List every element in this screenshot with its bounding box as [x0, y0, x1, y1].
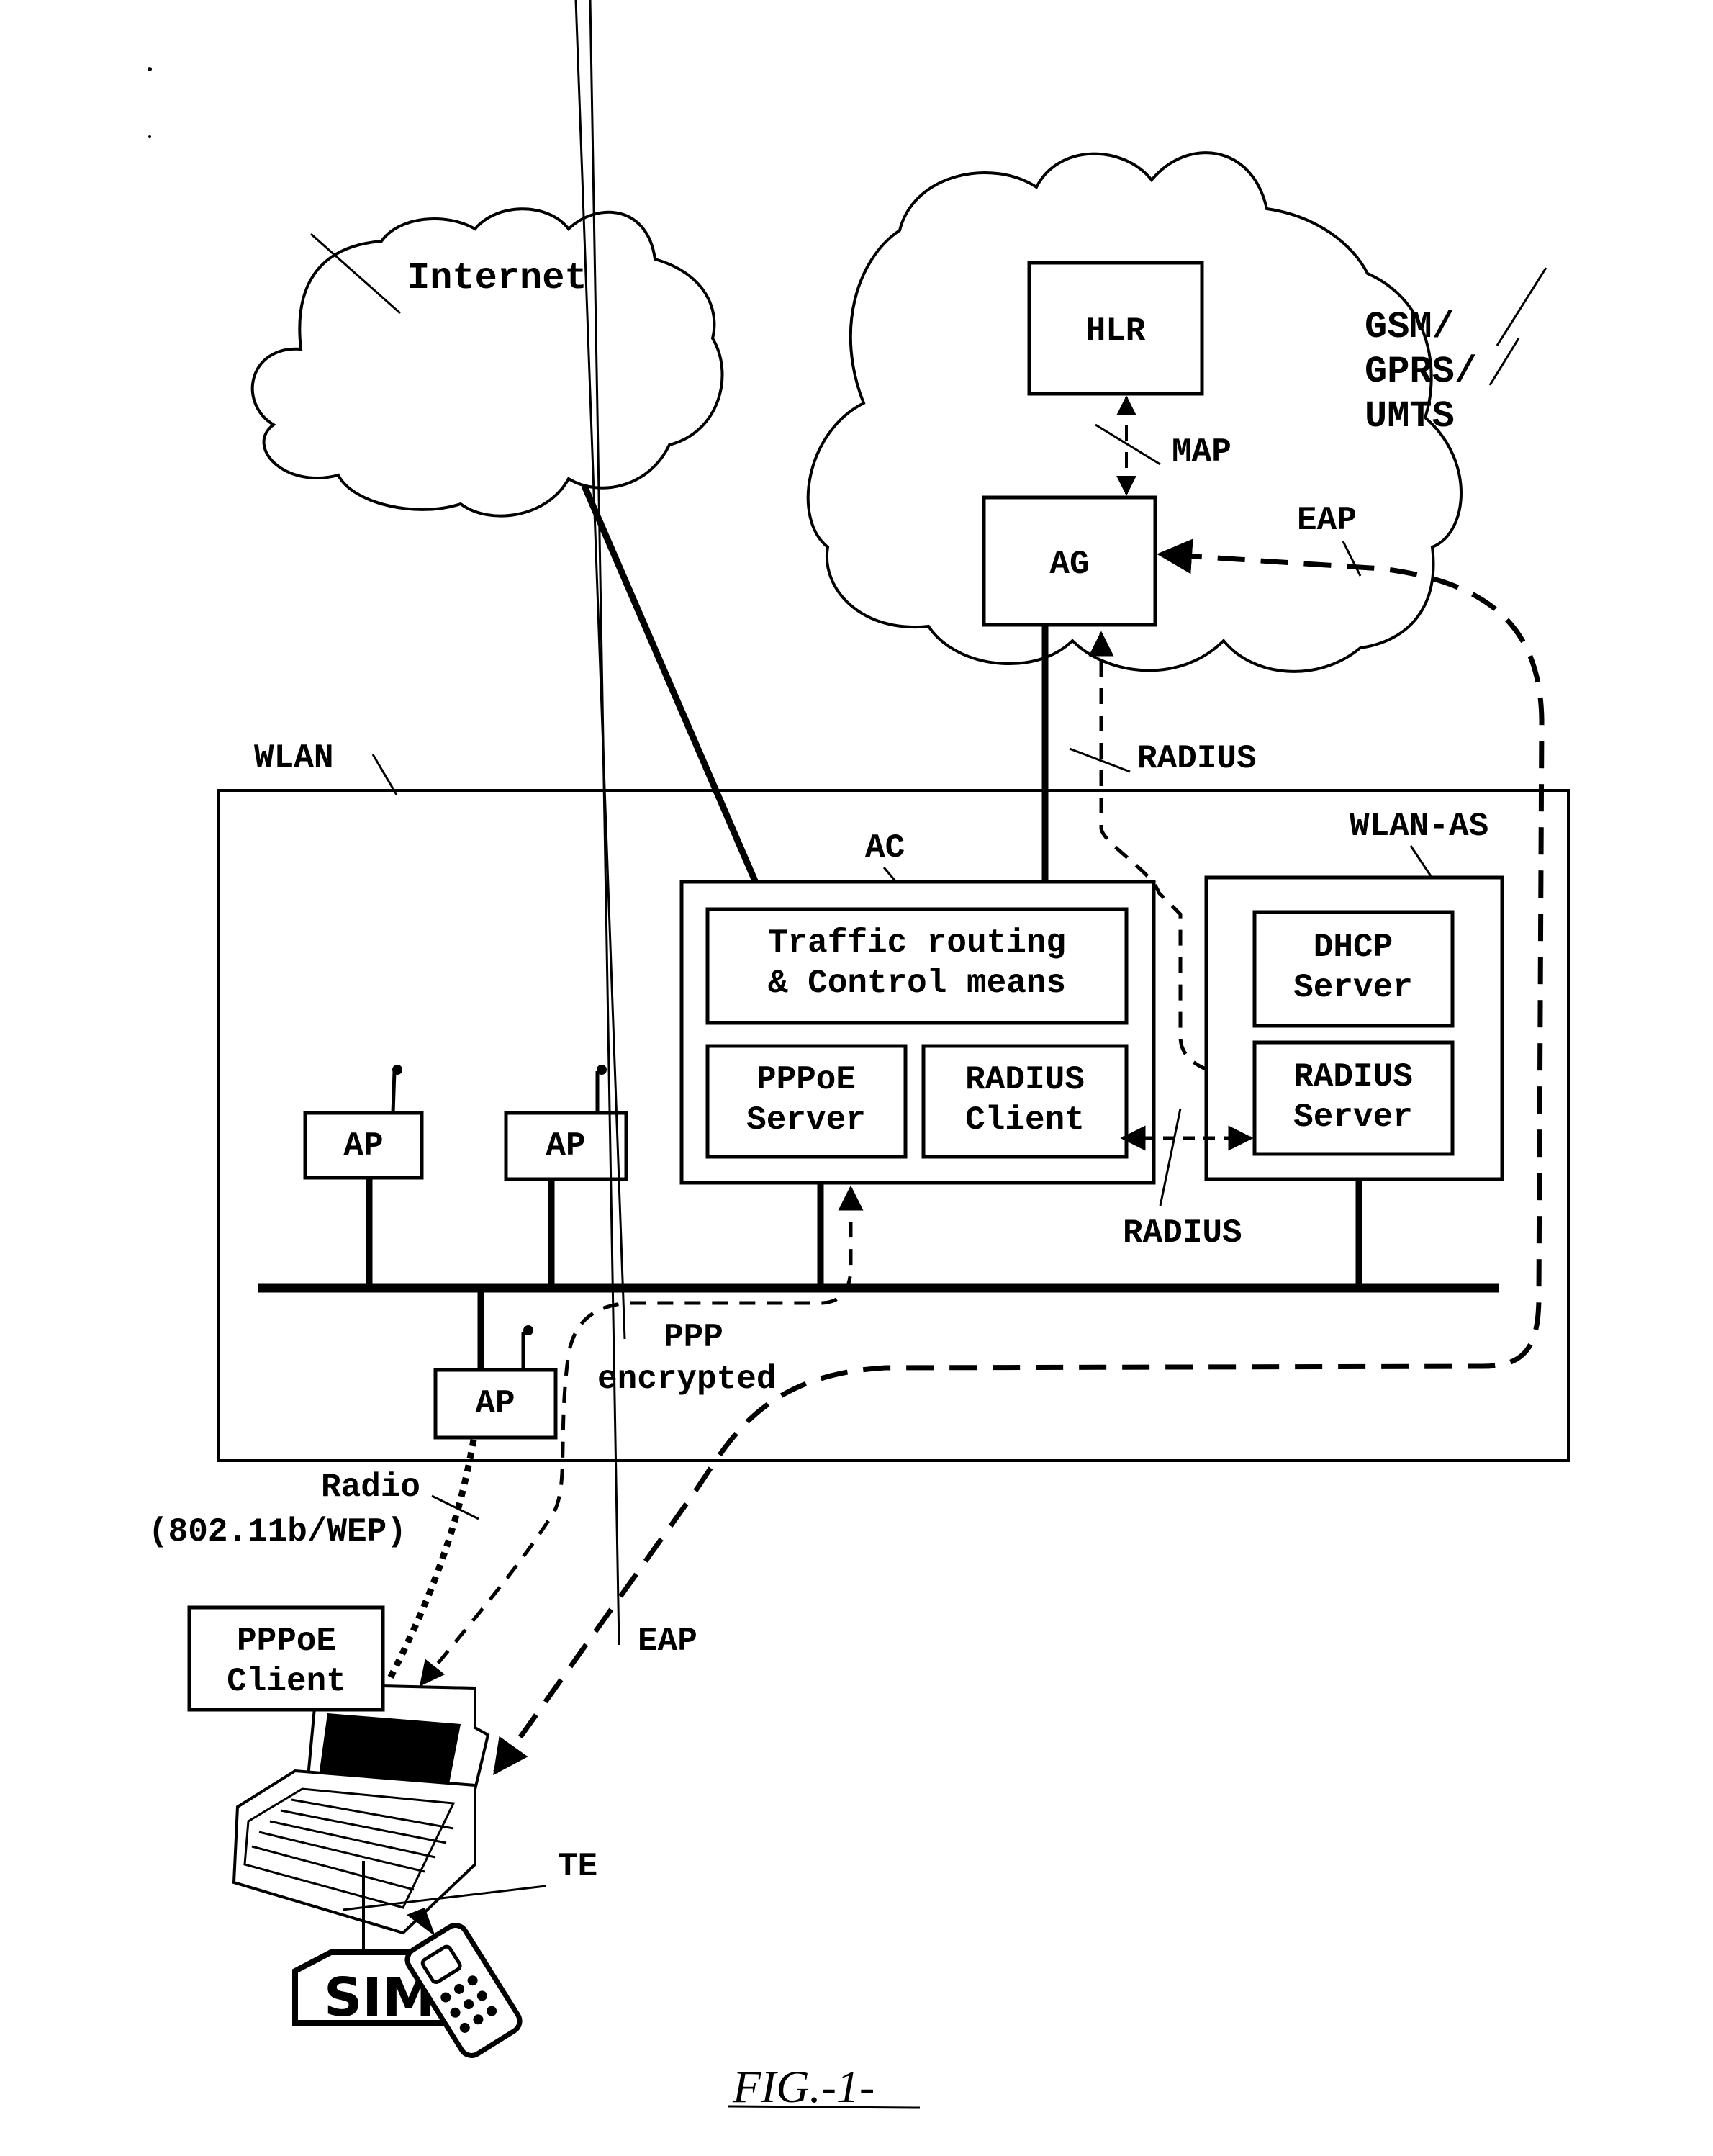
map-label: MAP	[1172, 433, 1231, 471]
hlr-label: HLR	[1086, 312, 1146, 350]
dhcp-server-label-line1: DHCP	[1314, 929, 1393, 966]
eap-top-label: EAP	[1297, 502, 1357, 539]
pppoe-client-label-line2: Client	[227, 1663, 346, 1700]
radio-label-line2: (802.11b/WEP)	[148, 1513, 407, 1551]
mobile-phone-icon	[404, 1908, 523, 2058]
radius-server-label-line2: Server	[1293, 1099, 1413, 1136]
wlan-label: WLAN	[254, 739, 333, 777]
pppoe-server-label-line1: PPPoE	[756, 1061, 856, 1099]
pppoe-server-label-line2: Server	[746, 1101, 866, 1139]
wlan-as-label: WLAN-AS	[1350, 808, 1488, 845]
radius-client-label-line2: Client	[965, 1101, 1085, 1139]
ag-node: AG	[982, 495, 1157, 627]
ag-label: AG	[1049, 546, 1089, 583]
internet-ac-link	[581, 484, 771, 911]
figure-caption: FIG.-1-	[728, 2061, 921, 2112]
mobile-network-cloud: GSM/ GPRS/ UMTS	[806, 151, 1547, 673]
ppp-label-line1: PPP	[664, 1319, 723, 1356]
traffic-routing-label-line2: & Control means	[768, 965, 1066, 1002]
dhcp-server-label-line2: Server	[1293, 969, 1413, 1006]
access-point-1: AP	[303, 1065, 424, 1288]
pppoe-client-node: PPPoE Client	[187, 1605, 385, 1712]
radius-mid-label: RADIUS	[1123, 1214, 1242, 1252]
antenna-icon	[597, 1065, 607, 1075]
te-label: TE	[558, 1848, 597, 1885]
figure-caption-text: FIG.-1-	[732, 2061, 874, 2112]
scan-speck	[148, 135, 151, 138]
laptop-icon	[232, 1682, 490, 1935]
ppp-label-line2: encrypted	[597, 1361, 776, 1398]
radius-server-label-line1: RADIUS	[1293, 1058, 1413, 1096]
radius-top-label: RADIUS	[1137, 740, 1257, 777]
internet-cloud: Internet	[250, 207, 724, 518]
ap-label: AP	[546, 1127, 585, 1165]
pppoe-client-label-line1: PPPoE	[237, 1623, 336, 1660]
access-point-2: AP	[504, 1065, 628, 1288]
mobile-network-label-gprs: GPRS/	[1365, 351, 1477, 393]
traffic-routing-label-line1: Traffic routing	[768, 924, 1066, 962]
mobile-network-label-umts: UMTS	[1365, 395, 1455, 438]
access-point-3: AP	[433, 1288, 558, 1440]
ap-label: AP	[475, 1385, 515, 1422]
hlr-node: HLR	[1027, 261, 1204, 396]
mobile-network-label-gsm: GSM/	[1365, 306, 1455, 348]
ac-node: AC Traffic routing & Control means PPPoE…	[679, 829, 1156, 1185]
wlan-as-node: WLAN-AS DHCP Server RADIUS Server	[1204, 808, 1504, 1181]
scan-speck	[148, 67, 152, 71]
eap-bottom-label: EAP	[638, 1623, 697, 1660]
antenna-icon	[392, 1065, 402, 1075]
radius-client-label-line1: RADIUS	[965, 1061, 1085, 1099]
radio-label-line1: Radio	[321, 1469, 420, 1506]
ap-label: AP	[343, 1127, 383, 1165]
antenna-icon	[523, 1325, 533, 1335]
map-link: MAP	[1095, 395, 1231, 496]
network-diagram: Internet GSM/ GPRS/ UMTS HLR MAP AG EAP …	[148, 0, 1570, 2112]
ac-label: AC	[865, 829, 905, 867]
internet-label: Internet	[407, 257, 587, 299]
